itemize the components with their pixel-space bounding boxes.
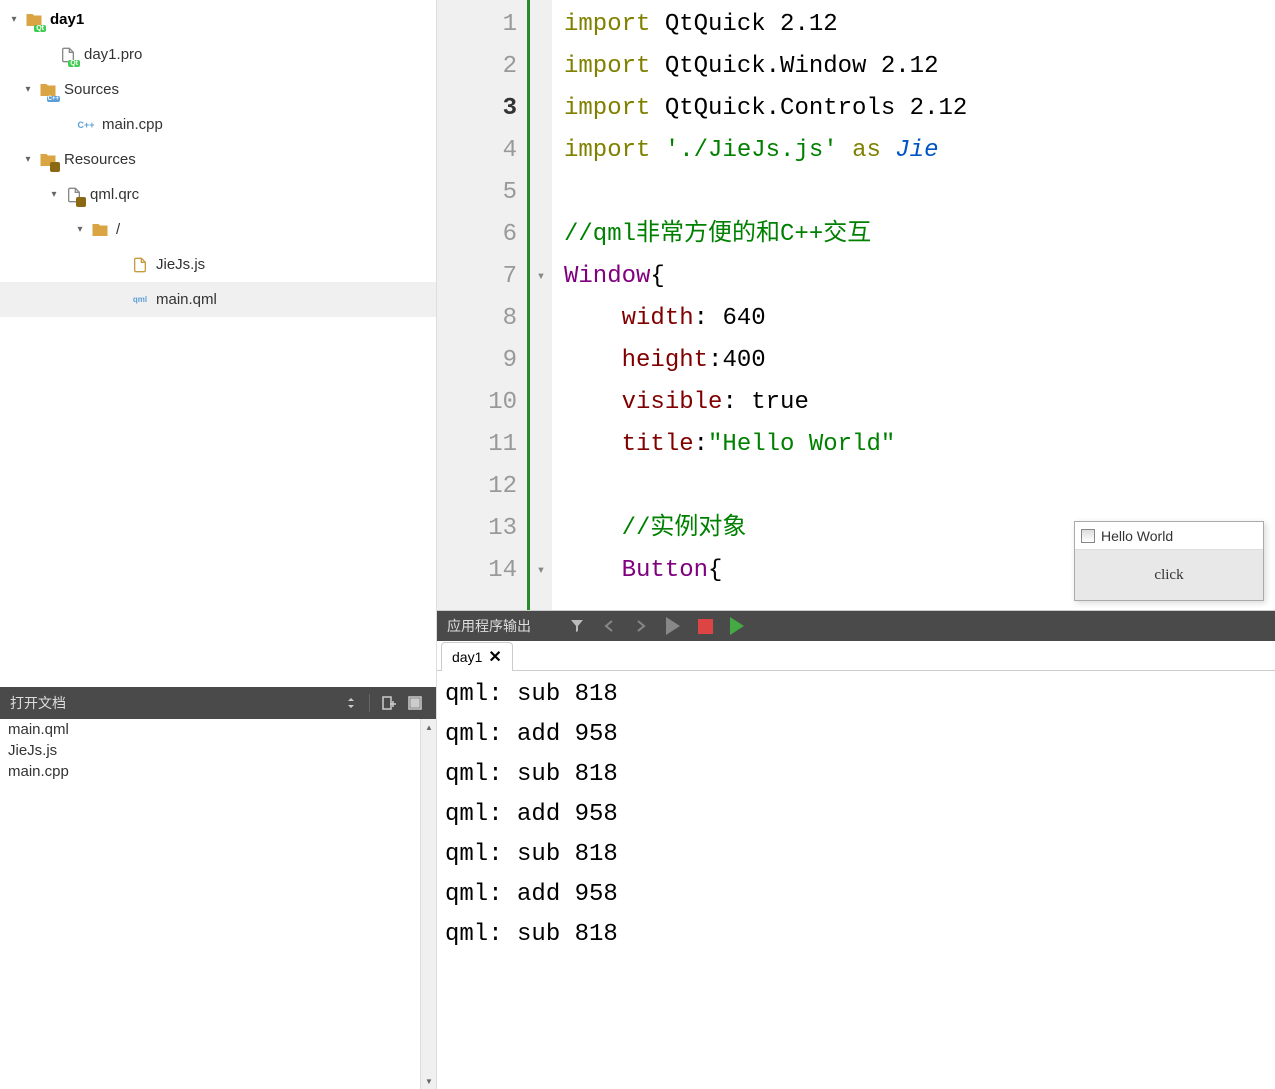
output-tabs: day1 ✕ (437, 641, 1275, 671)
cpp-file-icon: C++ (76, 115, 96, 135)
resources-label: Resources (64, 151, 136, 168)
sources-label: Sources (64, 81, 119, 98)
folder-res-icon (38, 150, 58, 170)
js-file-icon (130, 255, 150, 275)
window-icon (1081, 529, 1095, 543)
output-header: 应用程序输出 (437, 611, 1275, 641)
sort-toggle-icon[interactable] (343, 692, 365, 714)
tree-project-root[interactable]: ▾ day1 (0, 2, 436, 37)
filter-icon[interactable] (563, 614, 591, 638)
qml-file-icon: qml (130, 290, 150, 310)
output-tab-label: day1 (452, 649, 482, 665)
open-docs-title: 打开文档 (10, 693, 339, 713)
run-gray-icon[interactable] (659, 614, 687, 638)
prev-icon[interactable] (595, 614, 623, 638)
expander-icon[interactable]: ▾ (72, 222, 88, 238)
qrc-file-icon (64, 185, 84, 205)
slash-label: / (116, 221, 120, 238)
spacer (112, 292, 128, 308)
main-cpp-label: main.cpp (102, 116, 163, 133)
tree-jie-js[interactable]: JieJs.js (0, 247, 436, 282)
open-docs-list[interactable]: main.qml JieJs.js main.cpp ▲ ▼ (0, 719, 436, 1089)
code-area[interactable]: import QtQuick 2.12import QtQuick.Window… (552, 0, 979, 610)
right-panel: 1234567891011121314 ▾▾ import QtQuick 2.… (437, 0, 1275, 1089)
tree-sources[interactable]: ▾ Sources (0, 72, 436, 107)
open-doc-item[interactable]: main.cpp (0, 761, 436, 782)
line-gutter: 1234567891011121314 (437, 0, 527, 610)
app-window-title: Hello World (1101, 528, 1173, 544)
folder-qt-icon (24, 10, 44, 30)
file-qt-icon (58, 45, 78, 65)
spacer (58, 117, 74, 133)
main-qml-label: main.qml (156, 291, 217, 308)
tree-main-cpp[interactable]: C++ main.cpp (0, 107, 436, 142)
tree-resources[interactable]: ▾ Resources (0, 142, 436, 177)
folder-icon (90, 220, 110, 240)
expander-icon[interactable]: ▾ (20, 82, 36, 98)
project-tree[interactable]: ▾ day1 day1.pro ▾ Sources C++ main.cpp (0, 0, 436, 687)
open-doc-item[interactable]: main.qml (0, 719, 436, 740)
next-icon[interactable] (627, 614, 655, 638)
spacer (40, 47, 56, 63)
app-titlebar[interactable]: Hello World (1075, 522, 1263, 550)
close-panel-icon[interactable] (404, 692, 426, 714)
output-title: 应用程序输出 (447, 616, 531, 636)
project-name: day1 (50, 11, 84, 28)
expander-icon[interactable]: ▾ (6, 12, 22, 28)
close-tab-icon[interactable]: ✕ (488, 647, 501, 667)
jie-js-label: JieJs.js (156, 256, 205, 273)
left-panel: ▾ day1 day1.pro ▾ Sources C++ main.cpp (0, 0, 437, 1089)
tree-slash-folder[interactable]: ▾ / (0, 212, 436, 247)
tree-pro-file[interactable]: day1.pro (0, 37, 436, 72)
open-doc-item[interactable]: JieJs.js (0, 740, 436, 761)
app-body: click (1075, 550, 1263, 600)
output-body[interactable]: qml: sub 818qml: add 958qml: sub 818qml:… (437, 671, 1275, 1089)
expander-icon[interactable]: ▾ (20, 152, 36, 168)
tree-main-qml[interactable]: qml main.qml (0, 282, 436, 317)
pro-file-label: day1.pro (84, 46, 142, 63)
click-button[interactable]: click (1075, 550, 1263, 600)
tree-qrc[interactable]: ▾ qml.qrc (0, 177, 436, 212)
qrc-label: qml.qrc (90, 186, 139, 203)
open-docs-header: 打开文档 (0, 687, 436, 719)
folder-cpp-icon (38, 80, 58, 100)
fold-column[interactable]: ▾▾ (530, 0, 552, 610)
app-window[interactable]: Hello World click (1074, 521, 1264, 601)
output-tab[interactable]: day1 ✕ (441, 642, 513, 671)
expander-icon[interactable]: ▾ (46, 187, 62, 203)
split-add-icon[interactable] (378, 692, 400, 714)
separator (369, 694, 370, 712)
scroll-down-icon[interactable]: ▼ (421, 1073, 436, 1089)
code-editor[interactable]: 1234567891011121314 ▾▾ import QtQuick 2.… (437, 0, 1275, 610)
spacer (112, 257, 128, 273)
output-panel: 应用程序输出 day1 ✕ qml: sub 818qml: add 958qm… (437, 610, 1275, 1089)
scroll-up-icon[interactable]: ▲ (421, 719, 436, 735)
scrollbar[interactable]: ▲ ▼ (420, 719, 436, 1089)
stop-icon[interactable] (691, 614, 719, 638)
run-green-icon[interactable] (723, 614, 751, 638)
